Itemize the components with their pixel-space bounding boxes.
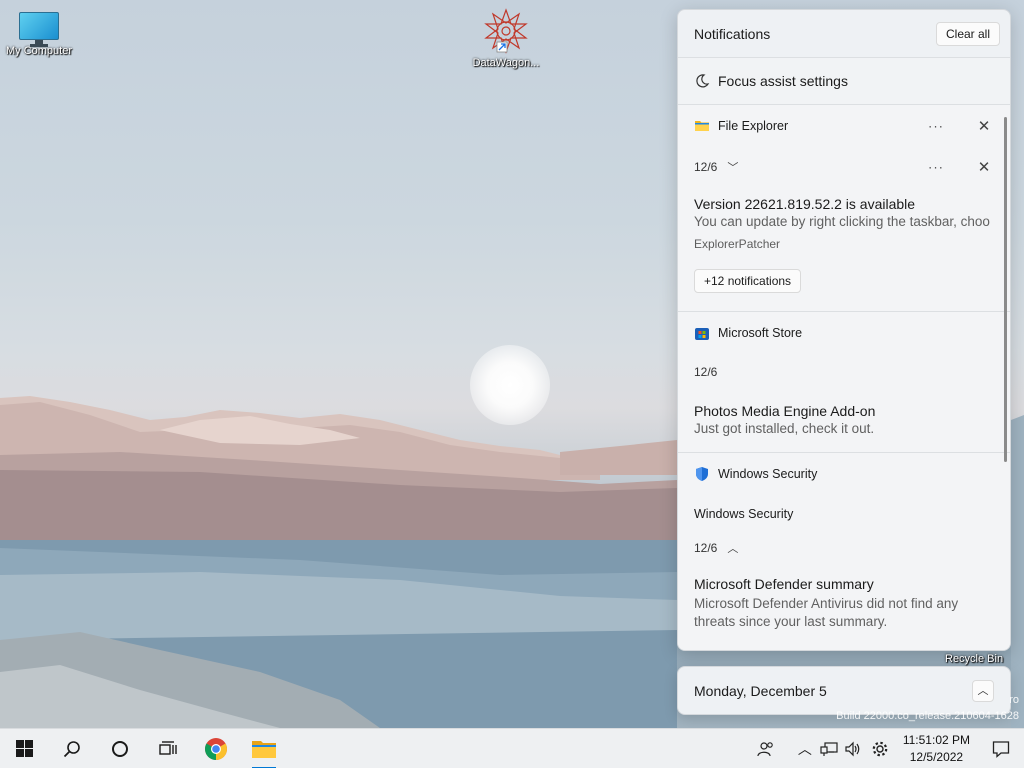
notification-center: Notifications Clear all Focus assist set… [677, 9, 1011, 651]
taskbar-clock[interactable]: 11:51:02 PM 12/5/2022 [895, 732, 978, 766]
file-explorer-taskbar-button[interactable] [240, 729, 288, 768]
notification-scrollbar[interactable] [1004, 117, 1007, 462]
notification-body: Just got installed, check it out. [694, 421, 875, 436]
notification-subtitle: Windows Security [694, 507, 794, 521]
build-watermark-line1: ro [1009, 694, 1019, 706]
app-name: File Explorer [718, 119, 789, 133]
notification-heading: Version 22621.819.52.2 is available [694, 196, 916, 212]
notification-date-row: 12/6 ﹀ ··· ✕ [678, 147, 1010, 187]
moon-icon [696, 74, 710, 88]
close-icon[interactable]: ✕ [974, 158, 994, 176]
people-icon [757, 742, 773, 757]
settings-button[interactable] [865, 729, 895, 768]
focus-assist-label: Focus assist settings [718, 73, 848, 89]
notification-group-file-explorer: File Explorer ··· ✕ 12/6 ﹀ ··· ✕ Version… [678, 105, 1010, 312]
start-button[interactable] [0, 729, 48, 768]
computer-icon [19, 12, 59, 47]
task-view-icon [159, 740, 177, 755]
gear-icon [872, 741, 888, 757]
notification-body: You can update by right clicking the tas… [694, 214, 990, 229]
app-name: Windows Security [718, 467, 818, 481]
notification-group-windows-security: Windows Security Windows Security 12/6 ︿… [678, 453, 1010, 650]
calendar-date: Monday, December 5 [694, 682, 827, 699]
network-icon [820, 742, 838, 756]
taskbar: ︿ 11:51:02 PM 12/5/2022 [0, 728, 1024, 768]
desktop-icon-label: DataWagon... [472, 57, 540, 69]
speaker-icon [845, 741, 860, 757]
clock-time: 11:51:02 PM [902, 733, 970, 747]
folder-icon [252, 740, 276, 758]
clock-date: 12/5/2022 [909, 750, 964, 764]
app-header: File Explorer ··· ✕ [678, 105, 1010, 147]
notification-source: ExplorerPatcher [694, 237, 781, 251]
notification-date-row: 12/6 [678, 354, 1010, 390]
notification-icon [992, 741, 1010, 758]
notification-date: 12/6 [694, 541, 718, 555]
calendar-flyout-bar: Monday, December 5 ︿ [677, 666, 1011, 715]
notification-date: 12/6 [694, 365, 718, 379]
focus-assist-settings-button[interactable]: Focus assist settings [678, 57, 1010, 105]
search-button[interactable] [48, 729, 96, 768]
chrome-icon [205, 737, 227, 760]
more-options-icon[interactable]: ··· [926, 119, 946, 134]
volume-button[interactable] [841, 729, 865, 768]
notification-title: Notifications [694, 25, 771, 42]
app-header: Microsoft Store [678, 312, 1010, 354]
desktop-icon-my-computer[interactable]: My Computer [1, 12, 77, 57]
chevron-down-icon[interactable]: ﹀ [727, 159, 738, 175]
build-watermark: Build 22000.co_release.210604-1628 [836, 710, 1019, 722]
app-header: Windows Security [678, 453, 1010, 495]
notification-date: 12/6 [694, 160, 718, 174]
show-hidden-icons-button[interactable]: ︿ [793, 729, 817, 768]
desktop-icon-datawagon[interactable]: DataWagon... [468, 8, 544, 69]
notification-group-microsoft-store: Microsoft Store 12/6 Photos Media Engine… [678, 312, 1010, 453]
task-view-button[interactable] [144, 729, 192, 768]
people-button[interactable] [751, 729, 781, 768]
close-icon[interactable]: ✕ [974, 117, 994, 135]
recycle-bin-label[interactable]: Recycle Bin [945, 653, 1003, 665]
chevron-up-icon[interactable]: ︿ [972, 679, 994, 702]
system-tray: ︿ 11:51:02 PM 12/5/2022 [751, 729, 1024, 768]
notification-heading: Microsoft Defender summary [694, 576, 874, 592]
notification-header: Notifications Clear all [678, 10, 1010, 57]
microsoft-store-icon [694, 325, 710, 341]
chevron-up-icon[interactable]: ︿ [727, 540, 738, 556]
more-options-icon[interactable]: ··· [926, 160, 946, 175]
cortana-button[interactable] [96, 729, 144, 768]
folder-icon [694, 118, 710, 134]
clear-all-button[interactable]: Clear all [935, 21, 1000, 46]
cortana-icon [112, 740, 128, 757]
notification-date-row: 12/6 ︿ [678, 533, 1010, 563]
shield-icon [694, 466, 710, 482]
action-center-button[interactable] [978, 729, 1024, 768]
more-notifications-button[interactable]: +12 notifications [694, 269, 802, 293]
search-icon [63, 740, 80, 757]
windows-start-icon [15, 740, 33, 757]
notification-heading: Photos Media Engine Add-on [694, 403, 876, 419]
notification-body: Microsoft Defender Antivirus did not fin… [694, 596, 959, 629]
chevron-up-icon: ︿ [797, 741, 812, 757]
datawagon-icon [484, 8, 528, 54]
app-name: Microsoft Store [718, 326, 803, 340]
network-button[interactable] [817, 729, 841, 768]
chrome-taskbar-button[interactable] [192, 729, 240, 768]
